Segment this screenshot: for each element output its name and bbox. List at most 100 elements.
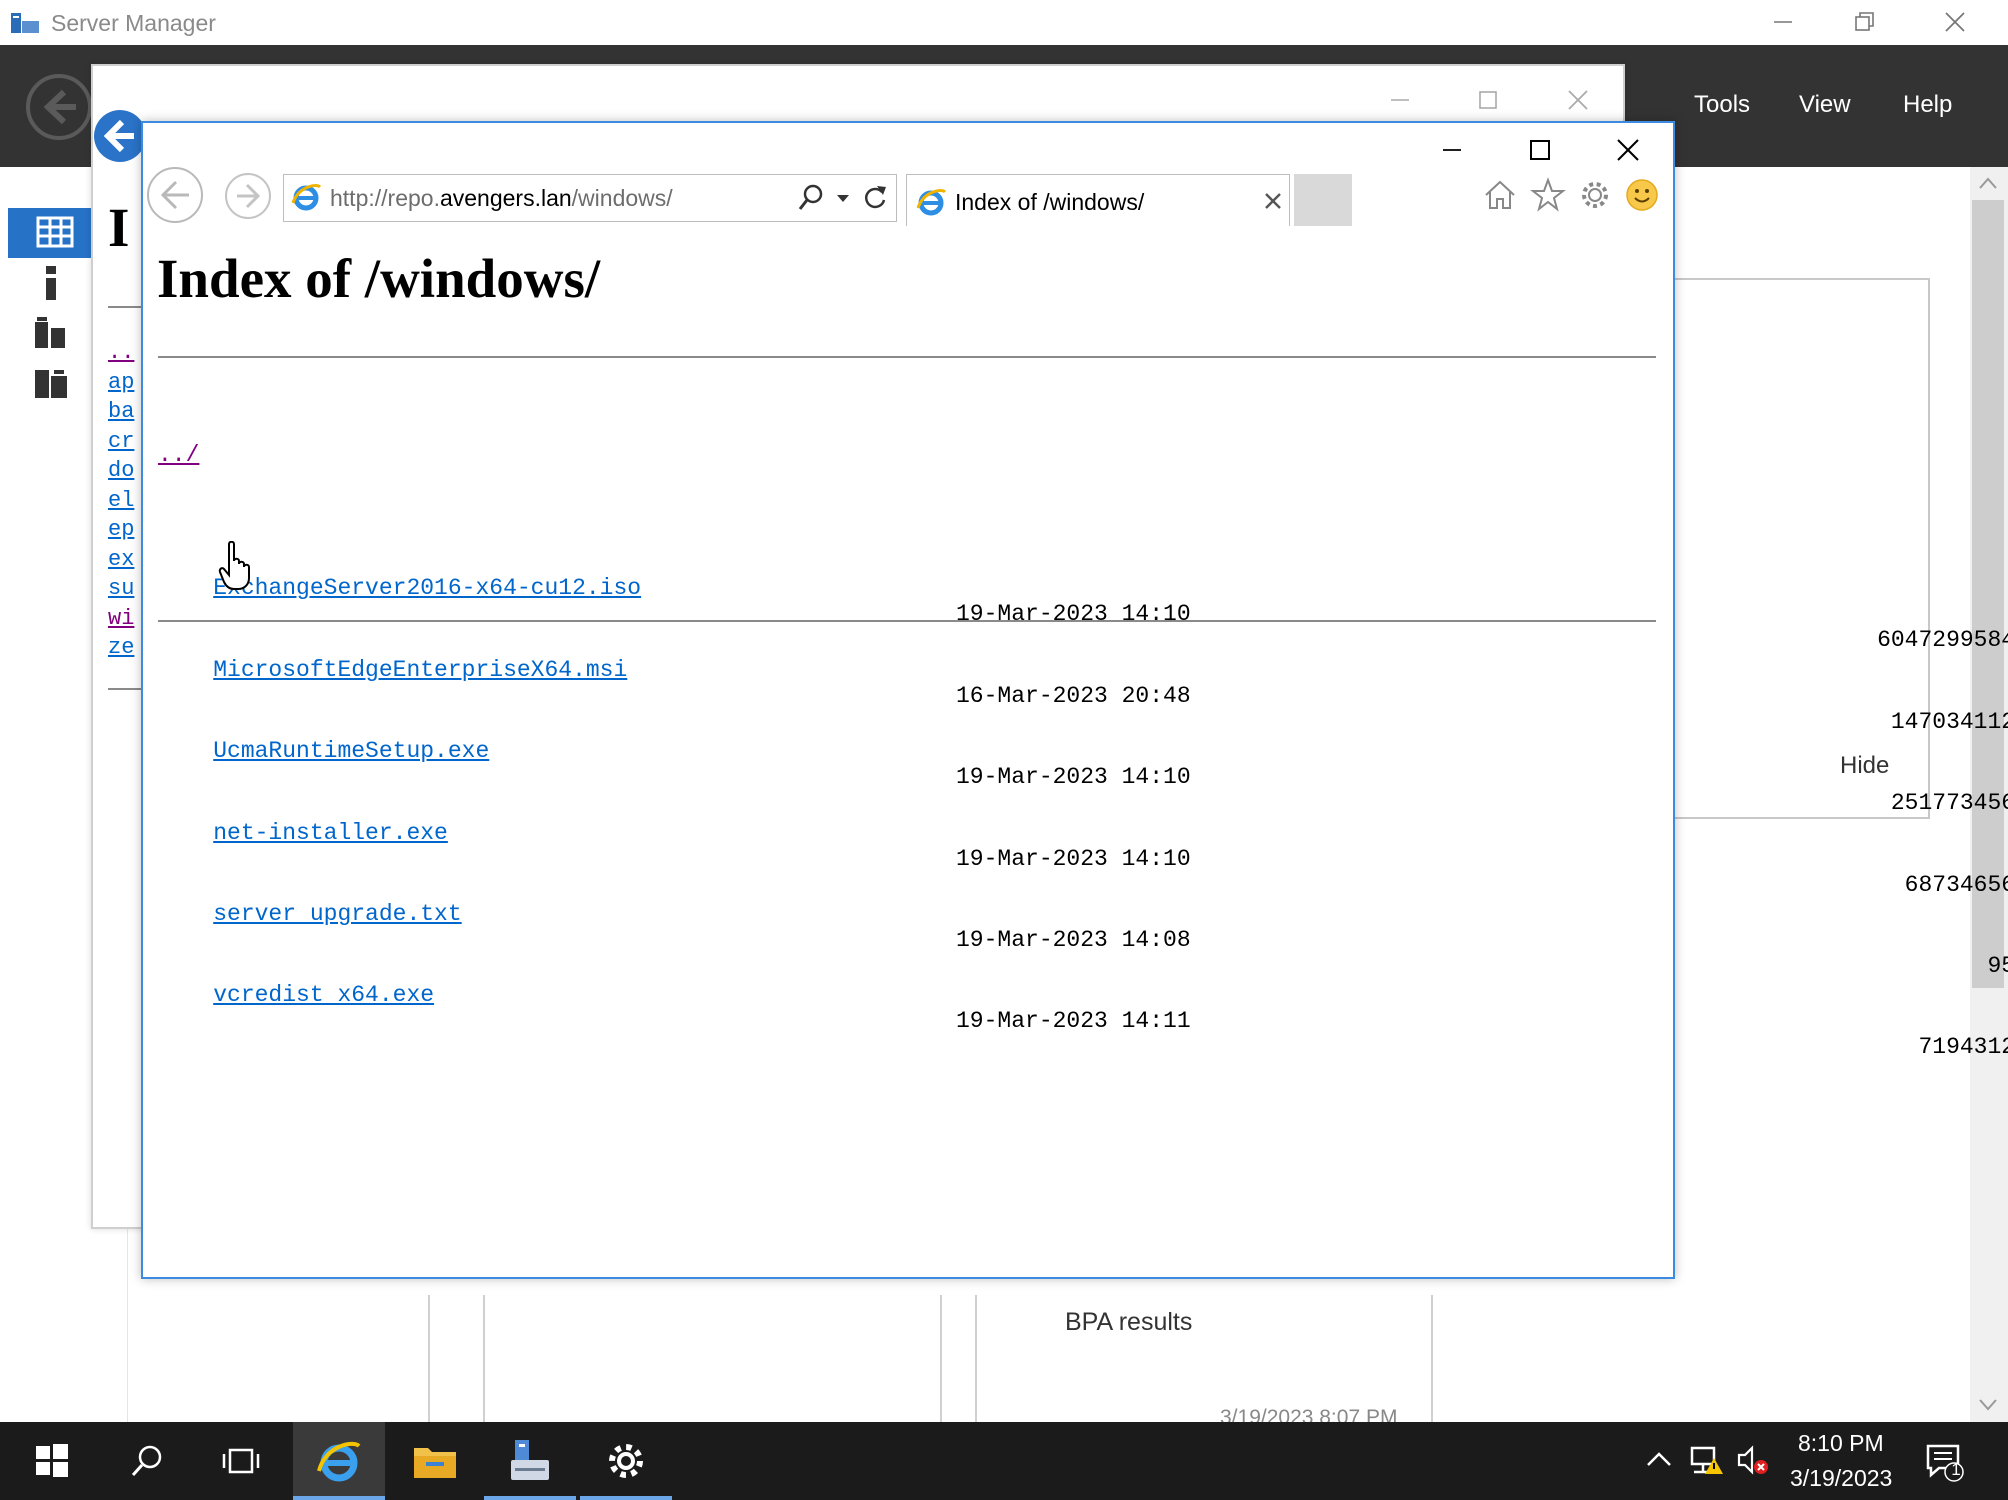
favorites-star-icon[interactable] bbox=[1530, 177, 1566, 213]
browser-minimize-button[interactable] bbox=[1422, 130, 1482, 170]
bg-link[interactable]: cr bbox=[108, 427, 134, 457]
sm-scroll-up-icon[interactable] bbox=[1978, 176, 1998, 190]
bg-link[interactable]: su bbox=[108, 574, 134, 604]
sm-scroll-down-icon[interactable] bbox=[1978, 1398, 1998, 1412]
hand-cursor-icon bbox=[218, 541, 252, 591]
start-button[interactable] bbox=[6, 1422, 98, 1500]
home-icon[interactable] bbox=[1483, 178, 1517, 212]
browser-forward-button[interactable] bbox=[223, 171, 273, 221]
settings-gear-icon[interactable] bbox=[1578, 178, 1612, 212]
volume-muted-icon[interactable] bbox=[1736, 1444, 1770, 1476]
refresh-icon[interactable] bbox=[862, 184, 888, 212]
bg-browser-heading: I bbox=[108, 197, 130, 258]
file-date: 19-Mar-2023 14:10 bbox=[956, 845, 1191, 872]
file-row: MicrosoftEdgeEnterpriseX64.msi 16-Mar-20… bbox=[158, 631, 2008, 735]
server-manager-titlebar bbox=[0, 0, 2008, 45]
tab-close-icon[interactable] bbox=[1264, 192, 1282, 210]
file-size: 251773456 bbox=[1890, 790, 2008, 817]
rule-bottom bbox=[158, 620, 1656, 622]
file-row: UcmaRuntimeSetup.exe 19-Mar-2023 14:10 2… bbox=[158, 712, 2008, 816]
bg-link[interactable]: ap bbox=[108, 368, 134, 398]
sm-minimize-button[interactable] bbox=[1753, 2, 1813, 42]
search-dropdown-icon[interactable] bbox=[836, 194, 850, 204]
bg-browser-link-list: .. ap ba cr do el ep ex su wi ze bbox=[108, 338, 134, 663]
bg-link[interactable]: ex bbox=[108, 545, 134, 575]
clock-time[interactable]: 8:10 PM bbox=[1798, 1430, 1884, 1457]
feedback-smiley-icon[interactable] bbox=[1625, 178, 1659, 212]
bg-browser-close-button[interactable] bbox=[1552, 80, 1604, 120]
sm-welcome-panel bbox=[1660, 278, 1930, 819]
sm-running-indicator bbox=[484, 1496, 576, 1500]
file-size: 95 bbox=[1987, 952, 2008, 979]
server-manager-title: Server Manager bbox=[51, 10, 216, 36]
taskbar-search-icon[interactable] bbox=[101, 1422, 193, 1500]
tab-title: Index of /windows/ bbox=[955, 189, 1145, 215]
file-link[interactable]: MicrosoftEdgeEnterpriseX64.msi bbox=[213, 657, 627, 683]
clock-date[interactable]: 3/19/2023 bbox=[1790, 1465, 1892, 1492]
file-size: 147034112 bbox=[1890, 708, 2008, 735]
file-date: 19-Mar-2023 14:10 bbox=[956, 601, 1191, 628]
sm-sidebar-item-dashboard[interactable] bbox=[8, 208, 104, 258]
url-prefix: http://repo. bbox=[330, 185, 440, 211]
bg-link[interactable]: el bbox=[108, 486, 134, 516]
file-link[interactable]: vcredist x64.exe bbox=[213, 982, 434, 1008]
bg-browser-rule-top bbox=[108, 306, 142, 308]
sm-menu-view[interactable]: View bbox=[1799, 91, 1851, 119]
file-link[interactable]: server upgrade.txt bbox=[213, 901, 461, 927]
file-link[interactable]: ExchangeServer2016-x64-cu12.iso bbox=[213, 575, 641, 601]
taskbar-internet-explorer[interactable] bbox=[293, 1422, 385, 1500]
address-url[interactable]: http://repo.avengers.lan/windows/ bbox=[330, 185, 673, 212]
sm-tile-divider-2 bbox=[483, 1295, 485, 1422]
sm-menu-help[interactable]: Help bbox=[1903, 91, 1952, 119]
network-warning-icon[interactable] bbox=[1690, 1444, 1724, 1476]
sm-tile-divider-4 bbox=[975, 1295, 977, 1422]
show-hidden-icons-chevron-icon[interactable] bbox=[1646, 1450, 1672, 1468]
sm-bpa-results-label[interactable]: BPA results bbox=[1065, 1308, 1192, 1337]
taskbar-file-explorer[interactable] bbox=[389, 1422, 481, 1500]
file-date: 19-Mar-2023 14:11 bbox=[956, 1008, 1191, 1035]
sm-scrollbar-thumb[interactable] bbox=[1972, 200, 2004, 988]
bg-link[interactable]: .. bbox=[108, 338, 134, 368]
bg-browser-rule-bottom bbox=[108, 688, 142, 690]
sm-tile-divider-1 bbox=[428, 1295, 430, 1422]
new-tab-button[interactable] bbox=[1294, 174, 1352, 226]
taskbar-settings-gear-icon[interactable] bbox=[580, 1422, 672, 1500]
file-row: vcredist x64.exe 19-Mar-2023 14:11 71943… bbox=[158, 956, 2008, 1060]
bg-link[interactable]: ba bbox=[108, 397, 134, 427]
browser-maximize-button[interactable] bbox=[1510, 130, 1570, 170]
sm-menu-tools[interactable]: Tools bbox=[1694, 91, 1750, 119]
sm-restore-button[interactable] bbox=[1835, 2, 1895, 42]
bg-browser-back-icon[interactable] bbox=[92, 108, 148, 164]
notification-count-badge: 1 bbox=[1951, 1460, 1961, 1479]
search-icon[interactable] bbox=[797, 183, 825, 213]
url-path: /windows/ bbox=[571, 185, 673, 211]
file-row: net-installer.exe 19-Mar-2023 14:10 6873… bbox=[158, 794, 2008, 898]
file-link[interactable]: UcmaRuntimeSetup.exe bbox=[213, 738, 489, 764]
sm-hide-link[interactable]: Hide bbox=[1840, 752, 1889, 780]
browser-close-button[interactable] bbox=[1598, 130, 1658, 170]
taskbar-server-manager[interactable] bbox=[484, 1422, 576, 1500]
parent-directory-link[interactable]: ../ bbox=[158, 442, 199, 468]
sm-back-button[interactable] bbox=[24, 72, 94, 142]
rule-top bbox=[158, 356, 1656, 358]
browser-back-button[interactable] bbox=[145, 165, 205, 225]
bg-link[interactable]: ep bbox=[108, 515, 134, 545]
url-domain: avengers.lan bbox=[439, 185, 572, 211]
bg-browser-minimize-button[interactable] bbox=[1374, 80, 1426, 120]
bg-link[interactable]: wi bbox=[108, 604, 134, 634]
sm-sidebar-item-file-services[interactable] bbox=[34, 366, 70, 400]
bg-link[interactable]: do bbox=[108, 456, 134, 486]
ie-page-icon bbox=[290, 181, 322, 213]
bg-link[interactable]: ze bbox=[108, 633, 134, 663]
bg-browser-maximize-button[interactable] bbox=[1462, 80, 1514, 120]
file-link[interactable]: net-installer.exe bbox=[213, 820, 448, 846]
file-row: server upgrade.txt 19-Mar-2023 14:08 95 bbox=[158, 875, 2008, 979]
task-view-icon[interactable] bbox=[195, 1422, 287, 1500]
sm-sidebar-item-local-server[interactable] bbox=[40, 266, 64, 302]
settings-running-indicator bbox=[580, 1496, 672, 1500]
file-size: 6047299584 bbox=[1877, 627, 2008, 654]
file-date: 16-Mar-2023 20:48 bbox=[956, 682, 1191, 709]
tab-page-icon bbox=[915, 186, 947, 218]
sm-close-button[interactable] bbox=[1925, 2, 1985, 42]
sm-sidebar-item-all-servers[interactable] bbox=[34, 316, 68, 350]
